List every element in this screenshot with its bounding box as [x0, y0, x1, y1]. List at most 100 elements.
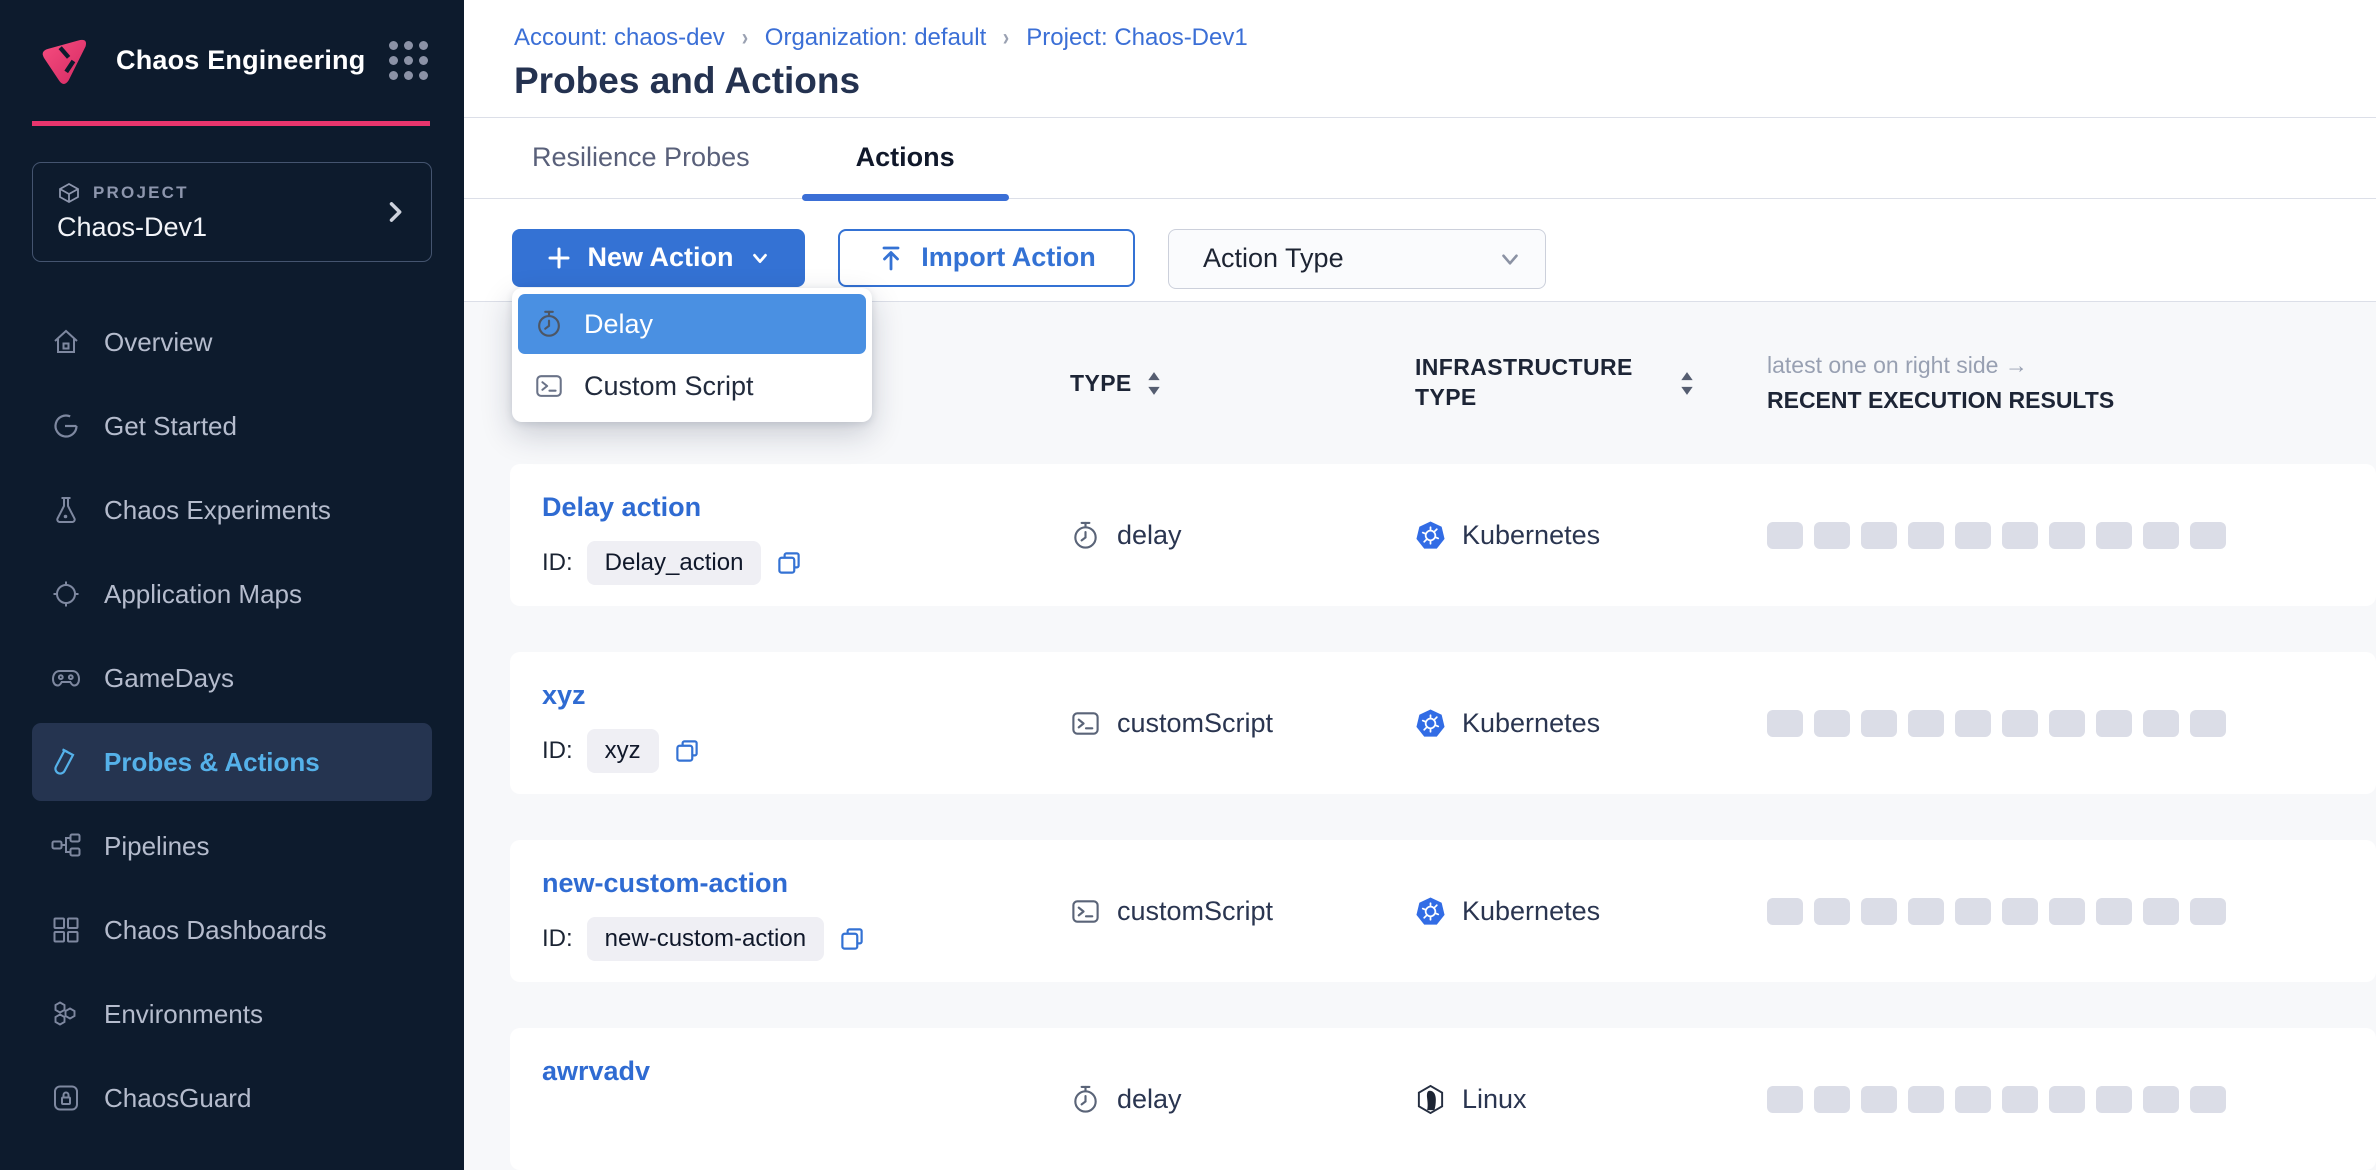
- target-icon: [50, 578, 82, 610]
- stopwatch-icon: [1070, 1084, 1101, 1115]
- action-name-link[interactable]: Delay action: [542, 492, 701, 523]
- page-header: Account: chaos-dev › Organization: defau…: [464, 0, 2376, 118]
- type-cell: delay: [1070, 464, 1415, 606]
- sidebar: Chaos Engineering PROJECT Chaos-Dev1 Ove…: [0, 0, 464, 1170]
- name-cell: xyz ID: xyz: [542, 652, 1070, 794]
- action-name-link[interactable]: xyz: [542, 680, 586, 711]
- sidebar-item-get-started[interactable]: Get Started: [0, 384, 464, 468]
- breadcrumb-account[interactable]: Account: chaos-dev: [514, 24, 725, 52]
- recent-execution-results: [1767, 1028, 2376, 1170]
- breadcrumb-project[interactable]: Project: Chaos-Dev1: [1026, 24, 1247, 52]
- tab-resilience-probes[interactable]: Resilience Probes: [520, 118, 762, 198]
- main-area: Account: chaos-dev › Organization: defau…: [464, 0, 2376, 1170]
- table-row: new-custom-action ID: new-custom-action …: [510, 840, 2376, 982]
- project-label: PROJECT: [93, 183, 189, 203]
- sidebar-header: Chaos Engineering: [0, 0, 464, 121]
- terminal-icon: [534, 371, 564, 401]
- menu-item-delay[interactable]: Delay: [518, 294, 866, 354]
- kubernetes-icon: [1415, 896, 1446, 927]
- type-cell: customScript: [1070, 652, 1415, 794]
- kubernetes-icon: [1415, 708, 1446, 739]
- table-row: awrvadv delay Linux: [510, 1028, 2376, 1170]
- id-label: ID:: [542, 925, 573, 953]
- action-name-link[interactable]: awrvadv: [542, 1056, 650, 1087]
- column-header-results: latest one on right side → RECENT EXECUT…: [1767, 352, 2376, 414]
- chevron-right-icon: [381, 198, 409, 226]
- sort-icon[interactable]: [1146, 371, 1162, 396]
- sidebar-item-probes-actions[interactable]: Probes & Actions: [32, 723, 432, 801]
- name-cell: Delay action ID: Delay_action: [542, 464, 1070, 606]
- new-action-menu: Delay Custom Script: [512, 288, 872, 422]
- flask-icon: [50, 494, 82, 526]
- project-name: Chaos-Dev1: [57, 212, 381, 243]
- action-id-badge: Delay_action: [587, 541, 762, 585]
- action-name-link[interactable]: new-custom-action: [542, 868, 788, 899]
- type-cell: delay: [1070, 1028, 1415, 1170]
- get-started-icon: [50, 410, 82, 442]
- upload-icon: [877, 244, 905, 272]
- name-cell: new-custom-action ID: new-custom-action: [542, 840, 1070, 982]
- module-grid-icon[interactable]: [389, 41, 428, 80]
- home-icon: [50, 326, 82, 358]
- stopwatch-icon: [1070, 520, 1101, 551]
- app-title: Chaos Engineering: [116, 45, 367, 76]
- plus-icon: [546, 245, 572, 271]
- name-cell: awrvadv: [542, 1028, 1070, 1170]
- infrastructure-cell: Linux: [1415, 1028, 1767, 1170]
- test-tube-icon: [50, 746, 82, 778]
- copy-icon[interactable]: [838, 925, 866, 953]
- infrastructure-cell: Kubernetes: [1415, 840, 1767, 982]
- sidebar-item-pipelines[interactable]: Pipelines: [0, 804, 464, 888]
- results-note: latest one on right side →: [1767, 352, 2028, 379]
- sidebar-item-application-maps[interactable]: Application Maps: [0, 552, 464, 636]
- chevron-down-icon: [1497, 246, 1523, 272]
- recent-execution-results: [1767, 840, 2376, 982]
- sidebar-item-gamedays[interactable]: GameDays: [0, 636, 464, 720]
- terminal-icon: [1070, 708, 1101, 739]
- column-header-infrastructure[interactable]: INFRASTRUCTURE TYPE: [1415, 353, 1767, 413]
- accent-bar: [32, 121, 430, 126]
- breadcrumb-separator: ›: [742, 24, 748, 52]
- action-id-badge: new-custom-action: [587, 917, 824, 961]
- breadcrumb: Account: chaos-dev › Organization: defau…: [464, 0, 2376, 52]
- id-label: ID:: [542, 737, 573, 765]
- pipeline-icon: [50, 830, 82, 862]
- sidebar-item-environments[interactable]: Environments: [0, 972, 464, 1056]
- import-action-button[interactable]: Import Action: [838, 229, 1135, 287]
- stopwatch-icon: [534, 309, 564, 339]
- project-selector[interactable]: PROJECT Chaos-Dev1: [32, 162, 432, 262]
- tab-bar: Resilience Probes Actions: [464, 118, 2376, 199]
- table-row: xyz ID: xyz customScript Kubernetes: [510, 652, 2376, 794]
- new-action-button[interactable]: New Action: [512, 229, 805, 287]
- id-label: ID:: [542, 549, 573, 577]
- infrastructure-cell: Kubernetes: [1415, 464, 1767, 606]
- action-id-badge: xyz: [587, 729, 659, 773]
- type-cell: customScript: [1070, 840, 1415, 982]
- action-type-filter[interactable]: Action Type: [1168, 229, 1546, 289]
- menu-item-custom-script[interactable]: Custom Script: [518, 356, 866, 416]
- toolbar: New Action Import Action Action Type: [464, 199, 2376, 302]
- recent-execution-results: [1767, 652, 2376, 794]
- chevron-down-icon: [749, 247, 771, 269]
- sidebar-item-chaos-dashboards[interactable]: Chaos Dashboards: [0, 888, 464, 972]
- copy-icon[interactable]: [775, 549, 803, 577]
- recent-execution-results: [1767, 464, 2376, 606]
- tab-actions[interactable]: Actions: [802, 118, 1009, 198]
- dashboard-grid-icon: [50, 914, 82, 946]
- table-area: Delay Custom Script TYPE INFRASTRUCTURE …: [464, 302, 2376, 1170]
- sidebar-item-chaosguard[interactable]: ChaosGuard: [0, 1056, 464, 1140]
- table-row: Delay action ID: Delay_action delay Kube…: [510, 464, 2376, 606]
- cube-icon: [57, 181, 81, 205]
- terminal-icon: [1070, 896, 1101, 927]
- column-header-type[interactable]: TYPE: [1070, 370, 1415, 397]
- kubernetes-icon: [1415, 520, 1446, 551]
- gamepad-icon: [50, 662, 82, 694]
- linux-icon: [1415, 1084, 1446, 1115]
- sidebar-item-overview[interactable]: Overview: [0, 300, 464, 384]
- breadcrumb-organization[interactable]: Organization: default: [765, 24, 986, 52]
- copy-icon[interactable]: [673, 737, 701, 765]
- hexagons-icon: [50, 998, 82, 1030]
- sidebar-item-chaos-experiments[interactable]: Chaos Experiments: [0, 468, 464, 552]
- sort-icon[interactable]: [1679, 371, 1695, 396]
- sidebar-nav: Overview Get Started Chaos Experiments A…: [0, 300, 464, 1140]
